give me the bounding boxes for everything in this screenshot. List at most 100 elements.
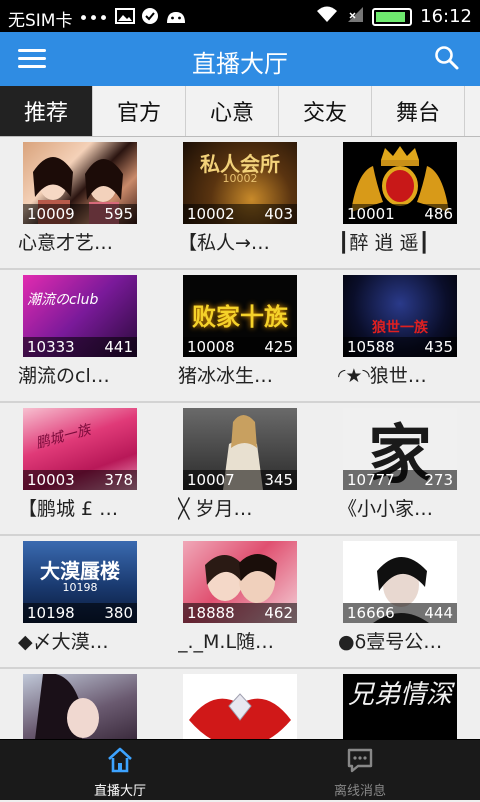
room-meta: 10008 425 [183,337,297,357]
grid-row: 大漠蜃楼 10198 10198 380 ◆〆大漠… 18888 462 _._M.… [0,536,480,669]
room-title: ●δ壹号公… [338,631,443,653]
thumb-text: 潮流のclub [27,292,99,308]
thumb-subtext: 10002 [222,172,258,185]
wifi-icon [316,5,338,28]
nav-label: 直播大厅 [93,784,146,799]
room-thumbnail: 鹏城一族 10003 378 [23,408,137,490]
room-card[interactable]: 大漠蜃楼 10198 10198 380 ◆〆大漠… [14,541,154,654]
no-signal-icon [346,5,364,28]
notification-dots: ••• [78,8,109,29]
room-id: 10777 [347,471,395,489]
tab-heart[interactable]: 心意 [186,86,279,136]
room-title: 潮流のcl… [18,365,110,387]
thumb-text: 败家十族 [192,303,288,331]
viewer-count: 345 [264,471,293,489]
room-card[interactable]: 潮流のclub 10333 441 潮流のcl… [14,275,154,388]
tab-overflow[interactable] [465,86,480,136]
room-meta: 18888 462 [183,603,297,623]
viewer-count: 273 [424,471,453,489]
search-icon[interactable] [434,45,460,71]
nav-label: 离线消息 [333,784,386,799]
room-title: 《小小家… [338,498,434,520]
room-title: ┃醉 逍 遥┃ [338,232,430,254]
room-meta: 10009 595 [23,204,137,224]
room-id: 10588 [347,338,395,356]
bottom-nav: 直播大厅 离线消息 [0,739,480,800]
room-thumbnail: 18888 462 [183,541,297,623]
room-id: 10007 [187,471,235,489]
room-card[interactable]: 18888 462 _._M.L随… [174,541,314,654]
room-thumbnail: 私人会所 10002 10002 403 [183,142,297,224]
room-thumbnail: 10001 486 [343,142,457,224]
room-id: 10333 [27,338,75,356]
grid-row: 鹏城一族 10003 378 【鹏城 £ … 10007 345 ╳ 岁月… 家 1… [0,403,480,536]
tab-recommend[interactable]: 推荐 [0,86,93,136]
thumb-text: 大漠蜃楼 [40,559,120,583]
room-card[interactable]: 私人会所 10002 10002 403 【私人→… [174,142,314,255]
room-id: 16666 [347,604,395,622]
room-title: 心意才艺… [18,232,114,254]
nav-live-hall[interactable]: 直播大厅 [0,740,240,800]
room-card[interactable]: 鹏城一族 10003 378 【鹏城 £ … [14,408,154,521]
status-right: 16:12 [316,5,472,28]
thumb-text: 鹏城一族 [34,421,93,452]
status-time: 16:12 [420,6,472,27]
category-tabs: 推荐 官方 心意 交友 舞台 [0,86,480,137]
tab-label: 心意 [209,101,254,126]
tab-label: 推荐 [23,101,68,126]
viewer-count: 441 [104,338,133,356]
room-thumbnail: 狼世一族 10588 435 [343,275,457,357]
room-meta: 10002 403 [183,204,297,224]
room-thumbnail: 10007 345 [183,408,297,490]
room-thumbnail: 大漠蜃楼 10198 10198 380 [23,541,137,623]
room-meta: 10001 486 [343,204,457,224]
room-card[interactable]: 狼世一族 10588 435 ◜★◝狼世… [334,275,474,388]
thumb-text: 狼世一族 [372,320,428,336]
room-meta: 10003 378 [23,470,137,490]
tab-dating[interactable]: 交友 [279,86,372,136]
room-id: 10001 [347,205,395,223]
message-icon [347,748,373,773]
battery-icon [372,7,413,26]
room-card[interactable]: 10001 486 ┃醉 逍 遥┃ [334,142,474,255]
status-left: 无SIM卡 ••• [8,6,187,31]
tab-label: 官方 [116,101,161,126]
room-thumbnail: 家 10777 273 [343,408,457,490]
gallery-icon [114,8,135,29]
page-title: 直播大厅 [192,50,288,78]
room-id: 10008 [187,338,235,356]
home-icon [108,747,132,773]
room-id: 10003 [27,471,75,489]
room-title: 【私人→… [178,232,270,254]
thumb-text: 兄弟情深 [347,680,452,710]
thumb-subtext: 10198 [62,581,98,594]
status-bar: 无SIM卡 ••• 16:12 [0,0,480,32]
viewer-count: 425 [264,338,293,356]
viewer-count: 462 [264,604,293,622]
room-title: ◜★◝狼世… [338,365,427,387]
tab-stage[interactable]: 舞台 [372,86,465,136]
room-thumbnail: 败家十族 10008 425 [183,275,297,357]
viewer-count: 435 [424,338,453,356]
battery-fill [376,11,405,22]
room-card[interactable]: 败家十族 10008 425 猪冰冰生… [174,275,314,388]
tab-official[interactable]: 官方 [93,86,186,136]
room-card[interactable]: 16666 444 ●δ壹号公… [334,541,474,654]
room-card[interactable]: 家 10777 273 《小小家… [334,408,474,521]
room-card[interactable]: 10007 345 ╳ 岁月… [174,408,314,521]
nav-offline-messages[interactable]: 离线消息 [240,740,480,800]
room-grid: 10009 595 心意才艺… 私人会所 10002 10002 403 【私人→…… [0,137,480,802]
room-title: ◆〆大漠… [18,631,109,653]
room-card[interactable]: 10009 595 心意才艺… [14,142,154,255]
room-thumbnail: 潮流のclub 10333 441 [23,275,137,357]
room-thumbnail: 10009 595 [23,142,137,224]
room-title: 【鹏城 £ … [18,498,119,520]
viewer-count: 595 [104,205,133,223]
viewer-count: 380 [104,604,133,622]
room-thumbnail: 16666 444 [343,541,457,623]
viewer-count: 444 [424,604,453,622]
room-meta: 10198 380 [23,603,137,623]
room-title: ╳ 岁月… [178,498,253,520]
room-id: 10009 [27,205,75,223]
room-meta: 10777 273 [343,470,457,490]
